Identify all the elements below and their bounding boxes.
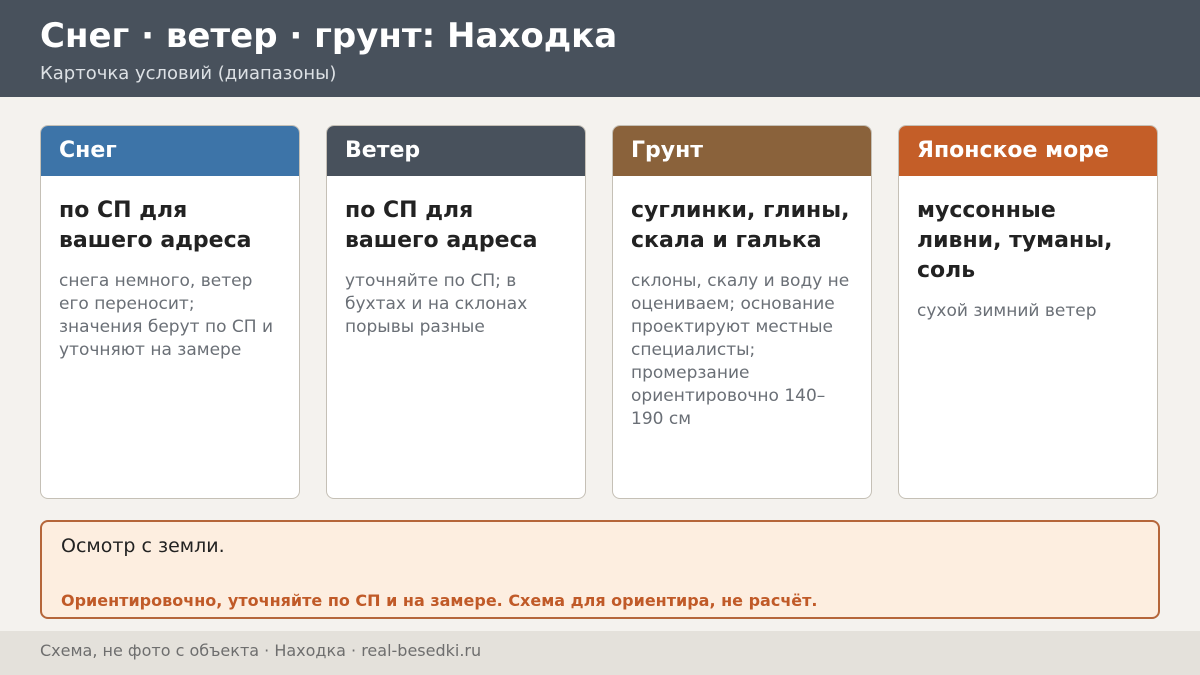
- card-title: Снег: [41, 126, 299, 176]
- notice-box: Осмотр с земли. Ориентировочно, уточняйт…: [40, 520, 1160, 619]
- card-title: Японское море: [899, 126, 1157, 176]
- card-main-value: по СП для вашего адреса: [345, 198, 538, 253]
- card-note: уточняйте по СП; в бухтах и на склонах п…: [345, 271, 528, 337]
- card-wind: Ветер по СП для вашего адреса уточняйте …: [326, 125, 586, 499]
- card-title: Ветер: [327, 126, 585, 176]
- card-note: склоны, скалу и воду не оцениваем; основ…: [631, 271, 850, 429]
- notice-text: Осмотр с земли.: [61, 535, 225, 557]
- card-note: сухой зимний ветер: [917, 301, 1097, 321]
- card-snow: Снег по СП для вашего адреса снега немно…: [40, 125, 300, 499]
- footer-text: Схема, не фото с объекта · Находка · rea…: [40, 641, 482, 660]
- card-main-value: по СП для вашего адреса: [59, 198, 252, 253]
- card-main-value: муссонные ливни, туманы, соль: [917, 198, 1113, 283]
- card-sea: Японское море муссонные ливни, туманы, с…: [898, 125, 1158, 499]
- notice-disclaimer: Ориентировочно, уточняйте по СП и на зам…: [61, 591, 818, 610]
- card-main-value: суглинки, глины, скала и галька: [631, 198, 850, 253]
- page-title: Снег · ветер · грунт: Находка: [40, 16, 618, 56]
- card-title: Грунт: [613, 126, 871, 176]
- header: Снег · ветер · грунт: Находка Карточка у…: [0, 0, 1200, 97]
- footer: Схема, не фото с объекта · Находка · rea…: [0, 631, 1200, 675]
- page-subtitle: Карточка условий (диапазоны): [40, 63, 337, 84]
- card-ground: Грунт суглинки, глины, скала и галька ск…: [612, 125, 872, 499]
- card-note: снега немного, ветер его переносит; знач…: [59, 271, 273, 360]
